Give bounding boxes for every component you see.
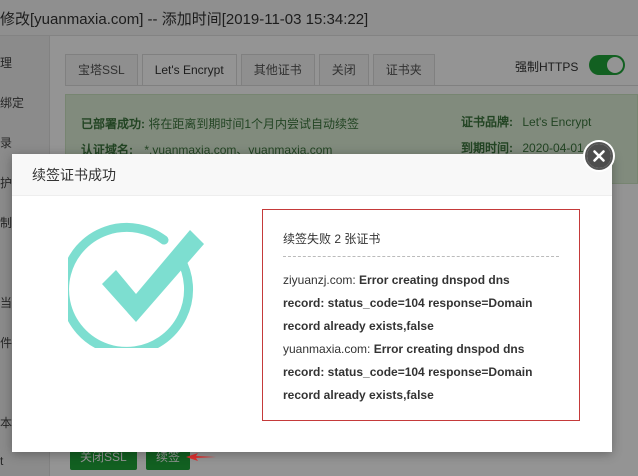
renew-summary: 续签失败 2 张证书: [283, 230, 559, 257]
error-text: record already exists,false: [283, 319, 434, 333]
renew-result-dialog: 续签证书成功 续签失败 2 张证书 ziyuanzj.com: Error cr…: [12, 154, 612, 452]
renew-error-box: 续签失败 2 张证书 ziyuanzj.com: Error creating …: [262, 209, 580, 421]
error-entry-domain: yuanmaxia.com: Error creating dnspod dns: [283, 338, 559, 361]
error-text-line: record already exists,false: [283, 315, 559, 338]
error-text: Error creating dnspod dns: [359, 273, 510, 287]
close-icon: [593, 150, 605, 162]
red-arrow-icon: [186, 453, 216, 461]
error-entry-domain: ziyuanzj.com: Error creating dnspod dns: [283, 269, 559, 292]
error-text: Error creating dnspod dns: [373, 342, 525, 356]
error-text-line: record: status_code=104 response=Domain: [283, 292, 559, 315]
error-text: record: status_code=104 response=Domain: [283, 296, 533, 310]
error-text: record: status_code=104 response=Domain: [283, 365, 533, 379]
success-check-icon: [68, 222, 204, 348]
error-text-line: record: status_code=104 response=Domain: [283, 361, 559, 384]
error-domain: ziyuanzj.com:: [283, 273, 356, 287]
error-text: record already exists,false: [283, 388, 434, 402]
error-domain: yuanmaxia.com:: [283, 342, 371, 356]
dialog-title: 续签证书成功: [12, 154, 612, 196]
error-text-line: record already exists,false: [283, 384, 559, 407]
dialog-close-button[interactable]: [585, 142, 613, 170]
